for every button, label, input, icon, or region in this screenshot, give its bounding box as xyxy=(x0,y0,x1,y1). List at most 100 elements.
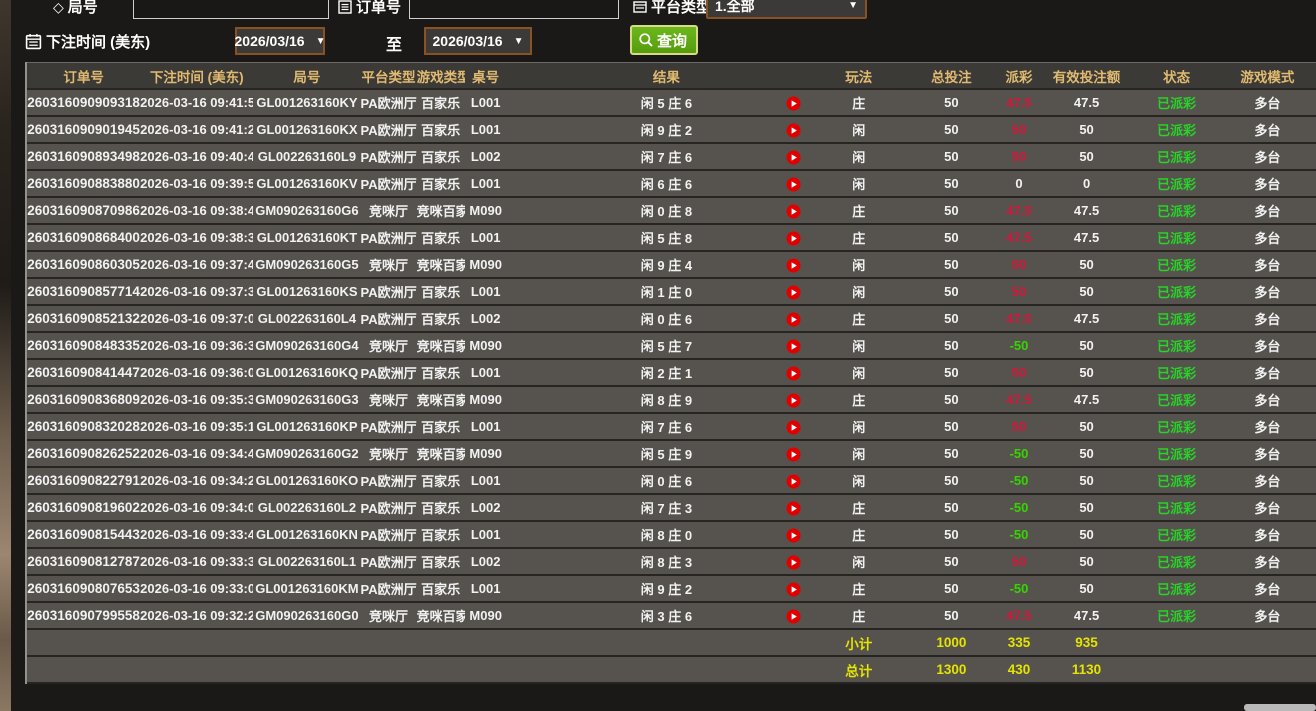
cell-payout: 50 xyxy=(1001,278,1036,305)
cell-table-no: L001 xyxy=(465,89,507,116)
table-row: 2603160908196022026-03-16 09:34:07GL0022… xyxy=(27,494,1316,521)
cell-play-type: 闲 xyxy=(816,143,901,170)
play-video-icon[interactable] xyxy=(786,366,801,381)
game-no-input[interactable] xyxy=(133,0,329,19)
cell-game-type: 百家乐 xyxy=(417,359,465,386)
cell-table-no: L001 xyxy=(465,116,507,143)
cell-status: 已派彩 xyxy=(1137,170,1217,197)
horizontal-scrollbar-thumb[interactable] xyxy=(1244,704,1316,711)
order-no-input[interactable] xyxy=(409,0,619,19)
play-video-icon[interactable] xyxy=(786,393,801,408)
game-no-field-label: ◇ 局号 xyxy=(53,0,98,17)
play-video-icon[interactable] xyxy=(786,555,801,570)
cell-order-no: 260316090909318 xyxy=(27,89,140,116)
cell-game-mode: 多台 xyxy=(1217,224,1316,251)
search-button[interactable]: 查询 xyxy=(630,25,698,55)
cell-table-no: M090 xyxy=(465,251,507,278)
cell-status: 已派彩 xyxy=(1137,413,1217,440)
col-platform: 平台类型 xyxy=(361,63,417,90)
cell-payout: 50 xyxy=(1001,143,1036,170)
date-to-select[interactable]: 2026/03/16 ▼ xyxy=(424,27,532,55)
cell-play xyxy=(771,494,816,521)
cell-play-type: 闲 xyxy=(816,467,901,494)
col-status: 状态 xyxy=(1137,63,1217,90)
cell-play xyxy=(771,116,816,143)
date-from-value: 2026/03/16 xyxy=(235,33,305,49)
table-row: 2603160908076532026-03-16 09:33:03GL0012… xyxy=(27,575,1316,602)
cell-game-no: GL001263160KX xyxy=(253,116,360,143)
play-video-icon[interactable] xyxy=(786,204,801,219)
cell-empty xyxy=(27,656,140,683)
table-row: 2603160908603052026-03-16 09:37:47GM0902… xyxy=(27,251,1316,278)
dropdown-arrow-icon: ▼ xyxy=(316,36,326,47)
cell-valid-bet: 50 xyxy=(1036,278,1136,305)
play-video-icon[interactable] xyxy=(786,339,801,354)
cell-total-bet: 50 xyxy=(901,224,1001,251)
play-video-icon[interactable] xyxy=(786,474,801,489)
play-video-icon[interactable] xyxy=(786,231,801,246)
cell-table-no: L002 xyxy=(465,548,507,575)
cell-payout: 50 xyxy=(1001,413,1036,440)
cell-order-no: 260316090857714 xyxy=(27,278,140,305)
table-row: 2603160908262522026-03-16 09:34:43GM0902… xyxy=(27,440,1316,467)
cell-play xyxy=(771,278,816,305)
cell-play xyxy=(771,143,816,170)
cell-table-no: L001 xyxy=(465,413,507,440)
col-total-bet: 总投注 xyxy=(901,63,1001,90)
cell-status: 已派彩 xyxy=(1137,305,1217,332)
play-video-icon[interactable] xyxy=(786,258,801,273)
cell-game-no: GL001263160KV xyxy=(253,170,360,197)
play-video-icon[interactable] xyxy=(786,312,801,327)
cell-game-no: GM090263160G5 xyxy=(253,251,360,278)
cell-order-no: 260316090822791 xyxy=(27,467,140,494)
cell-play xyxy=(771,602,816,629)
cell-result: 闲 6 庄 6 xyxy=(507,170,771,197)
play-video-icon[interactable] xyxy=(786,447,801,462)
cell-payout: 50 xyxy=(1001,116,1036,143)
cell-game-no: GL001263160KP xyxy=(253,413,360,440)
cell-payout: 47.5 xyxy=(1001,89,1036,116)
platform-select[interactable]: 1.全部 ▼ xyxy=(706,0,867,19)
cell-play xyxy=(771,386,816,413)
cell-total-bet: 50 xyxy=(901,89,1001,116)
cell-platform: 竞咪厅 xyxy=(361,386,417,413)
cell-game-no: GL001263160KY xyxy=(253,89,360,116)
order-no-label: 订单号 xyxy=(356,0,401,17)
play-video-icon[interactable] xyxy=(786,582,801,597)
cell-game-mode: 多台 xyxy=(1217,332,1316,359)
play-video-icon[interactable] xyxy=(786,420,801,435)
cell-platform: PA欧洲厅 xyxy=(361,359,417,386)
cell-payout: 0 xyxy=(1001,170,1036,197)
date-from-select[interactable]: 2026/03/16 ▼ xyxy=(235,27,325,55)
cell-game-no: GL001263160KT xyxy=(253,224,360,251)
cell-order-no: 260316090819602 xyxy=(27,494,140,521)
play-video-icon[interactable] xyxy=(786,501,801,516)
cell-result: 闲 9 庄 2 xyxy=(507,116,771,143)
cell-table-no: L001 xyxy=(465,359,507,386)
cell-platform: PA欧洲厅 xyxy=(361,278,417,305)
play-video-icon[interactable] xyxy=(786,177,801,192)
cell-status: 已派彩 xyxy=(1137,143,1217,170)
play-video-icon[interactable] xyxy=(786,150,801,165)
play-video-icon[interactable] xyxy=(786,123,801,138)
play-video-icon[interactable] xyxy=(786,285,801,300)
cell-game-type: 百家乐 xyxy=(417,494,465,521)
cell-result: 闲 1 庄 0 xyxy=(507,278,771,305)
play-video-icon[interactable] xyxy=(786,528,801,543)
cell-game-mode: 多台 xyxy=(1217,413,1316,440)
cell-result: 闲 9 庄 4 xyxy=(507,251,771,278)
cell-total-bet: 50 xyxy=(901,170,1001,197)
cell-status: 已派彩 xyxy=(1137,224,1217,251)
play-video-icon[interactable] xyxy=(786,609,801,624)
cell-play xyxy=(771,575,816,602)
cell-game-type: 竞咪百家乐 xyxy=(417,440,465,467)
cell-game-type: 百家乐 xyxy=(417,116,465,143)
cell-table-no: L001 xyxy=(465,575,507,602)
cell-platform: PA欧洲厅 xyxy=(361,467,417,494)
play-video-icon[interactable] xyxy=(786,96,801,111)
table-row: 2603160908483352026-03-16 09:36:39GM0902… xyxy=(27,332,1316,359)
cell-game-type: 竞咪百家乐 xyxy=(417,251,465,278)
cell-result: 闲 8 庄 9 xyxy=(507,386,771,413)
cell-play-type: 庄 xyxy=(816,386,901,413)
diamond-icon: ◇ xyxy=(53,0,64,14)
